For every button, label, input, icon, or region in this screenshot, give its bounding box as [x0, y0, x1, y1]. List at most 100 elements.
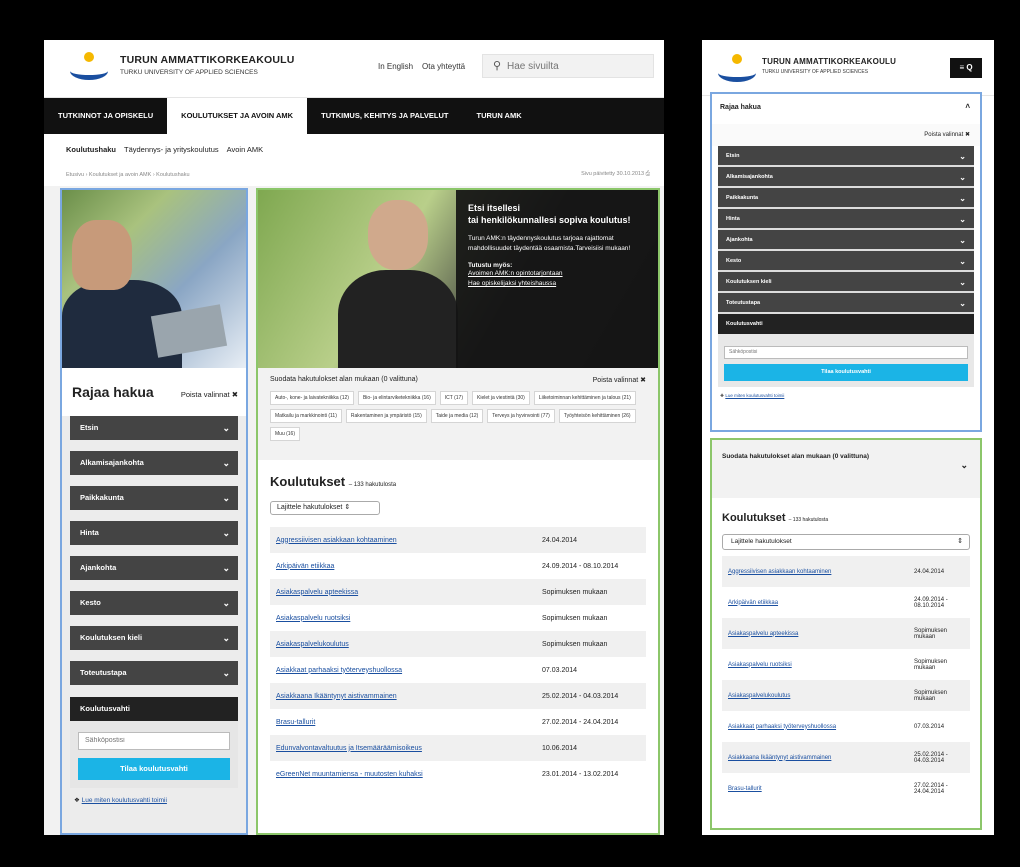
course-link[interactable]: eGreenNet muuntamiensa - muutosten kuhak… [276, 771, 423, 778]
mobile-filter-item[interactable]: Koulutuksen kieli ⌄ [718, 272, 974, 293]
course-link[interactable]: Brasu-tallurit [276, 719, 315, 726]
course-date: 27.02.2014 - 24.04.2014 [542, 718, 619, 726]
category-chip[interactable]: Kielet ja viestintä (30) [472, 391, 530, 405]
filter-item-language[interactable]: Koulutuksen kieli ⌄ [70, 626, 238, 650]
filter-item-duration[interactable]: Kesto ⌄ [70, 591, 238, 615]
hero-banner: Etsi itsellesi tai henkilökunnallesi sopi… [258, 190, 658, 368]
filter-item-time[interactable]: Ajankohta ⌄ [70, 556, 238, 580]
watch-info: ❖ Lue miten koulutusvahti toimii [74, 796, 234, 804]
course-link[interactable]: Aggressiivisen asiakkaan kohtaaminen [276, 537, 397, 544]
course-cell: Asiakaspalvelu apteekissa [270, 579, 536, 605]
filter-item-price[interactable]: Hinta ⌄ [70, 521, 238, 545]
mobile-table-row: Brasu-tallurit 27.02.2014 - 24.04.2014 [722, 773, 970, 804]
course-cell: Asiakaspalvelukoulutus [270, 631, 536, 657]
mobile-category-filter[interactable]: Suodata hakutulokset alan mukaan (0 vali… [712, 440, 980, 498]
subnav-item-open-amk[interactable]: Avoin AMK [227, 145, 264, 154]
course-date: Sopimuksen mukaan [914, 658, 948, 671]
course-link[interactable]: Arkipäivän etiikkaa [728, 600, 778, 606]
mobile-filter-item[interactable]: Paikkakunta ⌄ [718, 188, 974, 209]
results-section: Koulutukset – 133 hakutulosta Lajittele … [258, 460, 658, 787]
course-link[interactable]: Edunvalvontavaltuutus ja Itsemääräämisoi… [276, 745, 422, 752]
mobile-order-watch-button[interactable]: Tilaa koulutusvahti [724, 363, 968, 381]
course-date: 23.01.2014 - 13.02.2014 [542, 770, 619, 778]
search-input[interactable] [507, 58, 647, 74]
category-chip[interactable]: Bio- ja elintarviketekniikka (16) [357, 391, 436, 405]
course-link[interactable]: Asiakaspalvelu apteekissa [728, 631, 798, 637]
mobile-filter: Rajaa hakua ˄ Poista valinnat ✖ Etsin ⌄ Alk… [710, 92, 982, 432]
mobile-filter-item[interactable]: Toteutustapa ⌄ [718, 293, 974, 314]
course-link[interactable]: Asiakkaat parhaaksi työterveyshuollossa [276, 667, 402, 674]
filter-item-etsin[interactable]: Etsin ⌄ [70, 416, 238, 440]
course-date: Sopimuksen mukaan [542, 614, 608, 622]
filter-item-method[interactable]: Toteutustapa ⌄ [70, 661, 238, 685]
nav-item-turku-amk[interactable]: TURUN AMK [462, 98, 535, 134]
course-cell: Asiakaspalvelukoulutus [722, 680, 908, 711]
hero-link-joint-application[interactable]: Hae opiskelijaksi yhteishaussa [468, 279, 650, 289]
course-link[interactable]: Asiakaspalvelu ruotsiksi [728, 662, 792, 668]
logo-icon[interactable] [66, 50, 112, 84]
filter-item-location[interactable]: Paikkakunta ⌄ [70, 486, 238, 510]
table-row: Asiakaspalvelu ruotsiksi Sopimuksen mukaa… [270, 605, 646, 631]
mobile-filter-item[interactable]: Alkamisajankohta ⌄ [718, 167, 974, 188]
nav-item-research[interactable]: TUTKIMUS, KEHITYS JA PALVELUT [307, 98, 462, 134]
table-row: Asiakaspalvelu apteekissa Sopimuksen muka… [270, 579, 646, 605]
nav-item-courses[interactable]: KOULUTUKSET JA AVOIN AMK [167, 98, 308, 134]
course-link[interactable]: Arkipäivän etiikkaa [276, 563, 334, 570]
mobile-results-table: Aggressiivisen asiakkaan kohtaaminen 24.0… [722, 556, 970, 804]
category-chip[interactable]: ICT (17) [439, 391, 468, 405]
course-link[interactable]: Asiakkaana Ikääntynyt aistivammainen [276, 693, 397, 700]
category-clear-link[interactable]: Poista valinnat ✖ [593, 376, 646, 384]
course-date: 24.09.2014 - 08.10.2014 [914, 596, 948, 609]
filter-item-start[interactable]: Alkamisajankohta ⌄ [70, 451, 238, 475]
english-link[interactable]: In English [378, 62, 413, 71]
subnav-item-search[interactable]: Koulutushaku [66, 145, 116, 154]
mobile-table-row: Asiakaspalvelu ruotsiksi Sopimuksen mukaa… [722, 649, 970, 680]
mobile-filter-item[interactable]: Etsin ⌄ [718, 146, 974, 167]
chevron-down-icon: ⌄ [222, 668, 230, 678]
mobile-filter-item[interactable]: Hinta ⌄ [718, 209, 974, 230]
category-chip[interactable]: Työyhteisön kehittäminen (26) [558, 409, 636, 423]
category-chip[interactable]: Muu (16) [270, 427, 301, 441]
search-icon[interactable]: ⚲ [493, 59, 501, 72]
mobile-filter-item[interactable]: Kesto ⌄ [718, 251, 974, 272]
sort-select[interactable]: Lajittele hakutulokset ⇕ [270, 501, 380, 515]
breadcrumb-path[interactable]: Etusivu › Koulutukset ja avoin AMK › Kou… [66, 172, 190, 178]
mobile-table-row: Aggressiivisen asiakkaan kohtaaminen 24.0… [722, 556, 970, 587]
category-chip[interactable]: Rakentaminen ja ympäristö (15) [345, 409, 427, 423]
course-link[interactable]: Asiakaspalvelu ruotsiksi [276, 615, 350, 622]
category-chip[interactable]: Taide ja media (12) [430, 409, 484, 423]
mobile-filter-item[interactable]: Ajankohta ⌄ [718, 230, 974, 251]
course-link[interactable]: Asiakaspalvelukoulutus [276, 641, 349, 648]
mobile-clear-filters[interactable]: Poista valinnat ✖ [712, 124, 980, 146]
mobile-table-row: Asiakaspalvelu apteekissa Sopimuksen muka… [722, 618, 970, 649]
email-field[interactable] [78, 731, 230, 750]
watch-info-link[interactable]: Lue miten koulutusvahti toimii [82, 797, 167, 804]
category-chip[interactable]: Liiketoiminnan kehittäminen ja talous (2… [533, 391, 636, 405]
main-nav: TUTKINNOT JA OPISKELU KOULUTUKSET JA AVO… [44, 98, 664, 134]
course-link[interactable]: Brasu-tallurit [728, 786, 762, 792]
category-chip[interactable]: Matkailu ja markkinointi (11) [270, 409, 342, 423]
category-chip[interactable]: Terveys ja hyvinvointi (77) [487, 409, 555, 423]
chevron-down-icon: ⌄ [959, 299, 966, 308]
clear-filters-link[interactable]: Poista valinnat ✖ [181, 390, 238, 399]
course-link[interactable]: Aggressiivisen asiakkaan kohtaaminen [728, 569, 831, 575]
course-link[interactable]: Asiakaspalvelukoulutus [728, 693, 790, 699]
order-watch-button[interactable]: Tilaa koulutusvahti [78, 757, 230, 780]
hero-link-open-amk[interactable]: Avoimen AMK:n opintotarjontaan [468, 269, 650, 279]
course-link[interactable]: Asiakkaat parhaaksi työterveyshuollossa [728, 724, 836, 730]
mobile-filter-header[interactable]: Rajaa hakua ˄ [712, 94, 980, 124]
subnav-item-further-education[interactable]: Täydennys- ja yrityskoulutus [124, 145, 219, 154]
nav-item-degrees[interactable]: TUTKINNOT JA OPISKELU [44, 98, 167, 134]
mobile-watch-info-link[interactable]: Lue miten koulutusvahti toimii [725, 393, 784, 398]
course-link[interactable]: Asiakkaana Ikääntynyt aistivammainen [728, 755, 831, 761]
menu-search-button[interactable]: ≡ Q [950, 58, 982, 78]
mobile-sort-select[interactable]: Lajittele hakutulokset ⇕ [722, 534, 970, 550]
contact-link[interactable]: Ota yhteyttä [422, 62, 465, 71]
course-date: 27.02.2014 - 24.04.2014 [914, 782, 948, 795]
print-icon[interactable]: ⎙ [646, 171, 650, 177]
logo-icon[interactable] [714, 52, 760, 86]
course-link[interactable]: Asiakaspalvelu apteekissa [276, 589, 358, 596]
category-chip[interactable]: Auto-, kone- ja laivatekniikka (12) [270, 391, 354, 405]
mobile-results-title: Koulutukset – 133 hakutulosta [722, 512, 829, 524]
mobile-email-field[interactable] [724, 345, 968, 359]
